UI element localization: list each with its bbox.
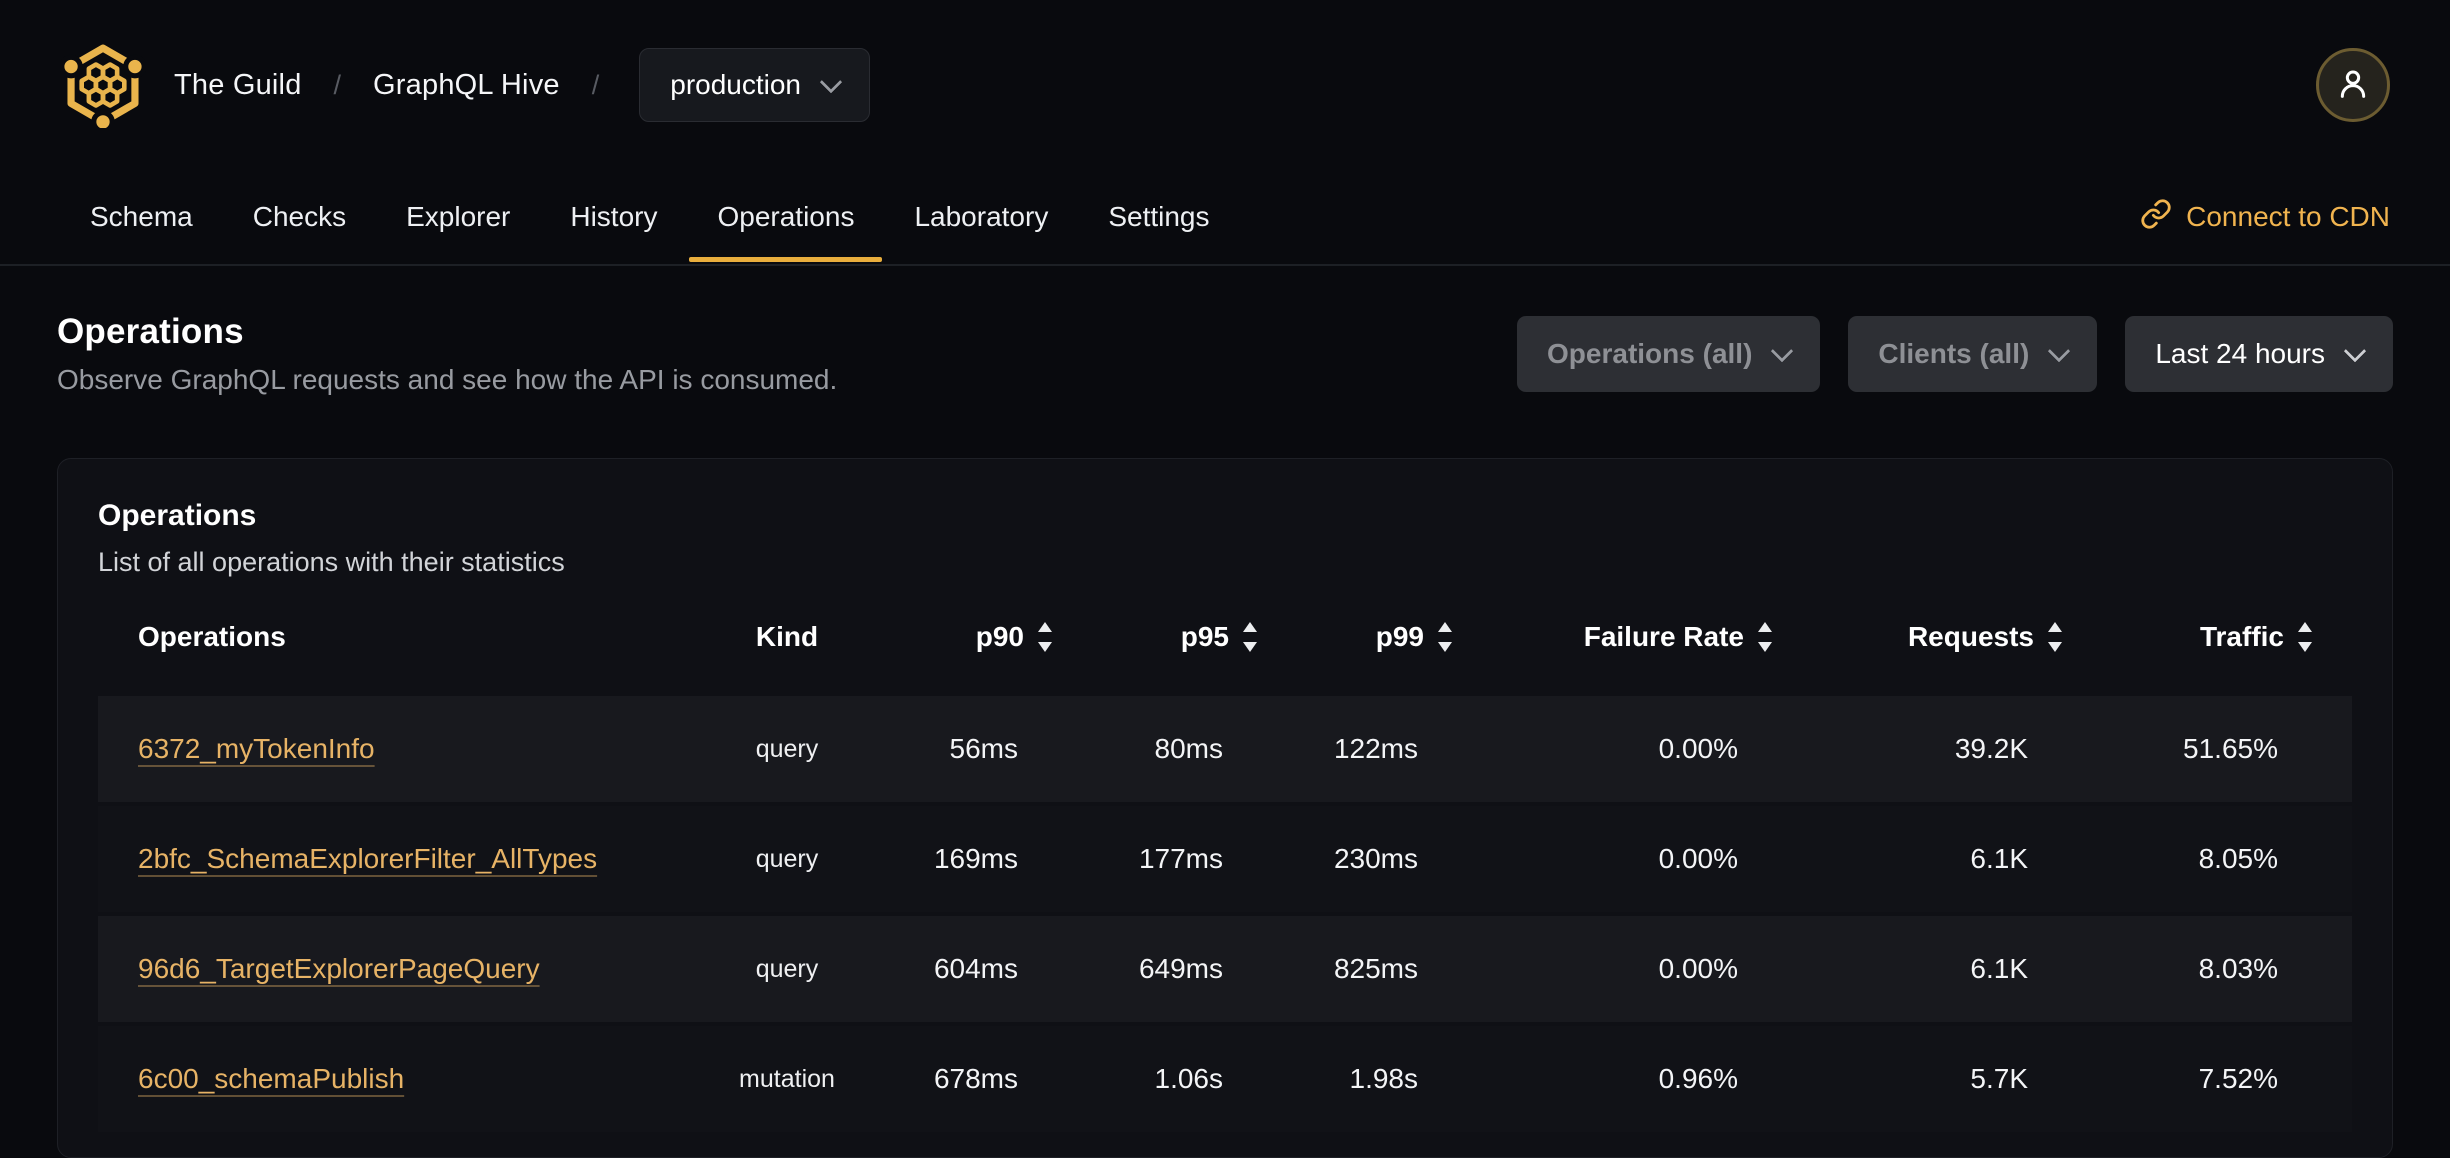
filter-controls: Operations (all) Clients (all) Last 24 h…	[1517, 316, 2393, 392]
target-select-button[interactable]: production	[639, 48, 871, 122]
top-bar: The Guild / GraphQL Hive / production	[0, 0, 2450, 170]
chevron-down-icon	[2343, 339, 2367, 363]
sort-icon	[1243, 622, 1257, 652]
cell-kind: query	[755, 844, 819, 873]
operation-link[interactable]: 2bfc_SchemaExplorerFilter_AllTypes	[138, 843, 597, 874]
connect-to-cdn-label: Connect to CDN	[2186, 201, 2390, 232]
column-label: p99	[1375, 621, 1424, 652]
chevron-down-icon	[2048, 339, 2071, 363]
card-title: Operations	[98, 499, 257, 532]
cell-p99: 825ms	[1333, 953, 1418, 984]
sort-icon	[2298, 622, 2312, 652]
chevron-down-icon	[819, 70, 843, 94]
cell-failure-rate: 0.00%	[1658, 843, 1738, 874]
operation-link[interactable]: 96d6_TargetExplorerPageQuery	[138, 953, 540, 984]
column-label: Traffic	[2199, 621, 2284, 652]
cell-requests: 5.7K	[1970, 1063, 2028, 1094]
column-label: p90	[975, 621, 1024, 652]
page-subtitle: Observe GraphQL requests and see how the…	[57, 364, 838, 395]
column-header-p99[interactable]: p99	[1257, 621, 1452, 653]
tab-laboratory[interactable]: Laboratory	[884, 170, 1078, 264]
cell-p90: 56ms	[949, 733, 1018, 764]
clients-filter-label: Clients (all)	[1878, 338, 2030, 369]
chevron-down-icon	[1771, 339, 1794, 363]
operations-table: Operations Kind p90 p95 p99 Failure Rate	[98, 578, 2352, 1132]
sort-icon	[1758, 622, 1772, 652]
cell-p99: 122ms	[1333, 733, 1418, 764]
breadcrumb-separator: /	[591, 69, 600, 100]
main-nav: Schema Checks Explorer History Operation…	[0, 170, 2450, 266]
cell-requests: 6.1K	[1970, 953, 2028, 984]
cell-traffic: 8.05%	[2198, 843, 2278, 874]
sort-icon	[1038, 622, 1052, 652]
user-icon	[2333, 64, 2373, 107]
cell-p95: 177ms	[1138, 843, 1223, 874]
table-row: 6c00_schemaPublish mutation 678ms 1.06s …	[98, 1026, 2352, 1132]
cell-p99: 230ms	[1333, 843, 1418, 874]
tab-explorer[interactable]: Explorer	[376, 170, 540, 264]
card-subtitle: List of all operations with their statis…	[98, 547, 565, 577]
column-header-kind: Kind	[755, 621, 819, 652]
cell-p90: 678ms	[933, 1063, 1018, 1094]
page-heading: Operations Observe GraphQL requests and …	[57, 312, 837, 396]
cell-p95: 80ms	[1154, 733, 1223, 764]
table-row: 96d6_TargetExplorerPageQuery query 604ms…	[98, 916, 2352, 1022]
cell-p90: 169ms	[933, 843, 1018, 874]
table-row: 6372_myTokenInfo query 56ms 80ms 122ms 0…	[98, 696, 2352, 802]
operations-card: Operations List of all operations with t…	[57, 458, 2393, 1158]
tab-checks[interactable]: Checks	[223, 170, 376, 264]
column-label: p95	[1180, 621, 1229, 652]
operations-filter-button[interactable]: Operations (all)	[1517, 316, 1821, 392]
cell-p95: 1.06s	[1154, 1063, 1224, 1094]
cell-kind: query	[755, 954, 819, 983]
column-label: Failure Rate	[1583, 621, 1744, 652]
clients-filter-button[interactable]: Clients (all)	[1848, 316, 2098, 392]
connect-to-cdn-link[interactable]: Connect to CDN	[2140, 170, 2390, 264]
hive-logo-icon	[60, 42, 146, 128]
tab-operations[interactable]: Operations	[687, 170, 884, 264]
cell-p90: 604ms	[933, 953, 1018, 984]
breadcrumb-separator: /	[333, 69, 342, 100]
tab-schema[interactable]: Schema	[60, 170, 223, 264]
cell-p99: 1.98s	[1349, 1063, 1419, 1094]
breadcrumb: The Guild / GraphQL Hive / production	[60, 42, 871, 128]
cell-traffic: 51.65%	[2183, 733, 2278, 764]
sort-icon	[1438, 622, 1452, 652]
page-title: Operations	[57, 312, 244, 351]
column-header-failure-rate[interactable]: Failure Rate	[1452, 621, 1772, 653]
user-avatar-button[interactable]	[2316, 48, 2390, 122]
period-filter-button[interactable]: Last 24 hours	[2125, 316, 2393, 392]
link-icon	[2140, 198, 2172, 237]
column-header-operations: Operations	[138, 621, 286, 652]
period-filter-label: Last 24 hours	[2155, 338, 2325, 369]
cell-requests: 6.1K	[1970, 843, 2028, 874]
sort-icon	[2048, 622, 2062, 652]
tab-history[interactable]: History	[540, 170, 687, 264]
operations-filter-label: Operations (all)	[1547, 338, 1753, 369]
column-header-traffic[interactable]: Traffic	[2062, 621, 2312, 653]
breadcrumb-project[interactable]: GraphQL Hive	[373, 69, 560, 102]
cell-kind: mutation	[739, 1064, 835, 1093]
operation-link[interactable]: 6c00_schemaPublish	[138, 1063, 404, 1094]
column-header-p90[interactable]: p90	[912, 621, 1052, 653]
tab-settings[interactable]: Settings	[1078, 170, 1239, 264]
breadcrumb-org[interactable]: The Guild	[174, 69, 302, 102]
cell-traffic: 8.03%	[2198, 953, 2278, 984]
table-header-row: Operations Kind p90 p95 p99 Failure Rate	[98, 578, 2352, 696]
nav-tabs: Schema Checks Explorer History Operation…	[60, 170, 1240, 264]
cell-traffic: 7.52%	[2198, 1063, 2278, 1094]
cell-failure-rate: 0.00%	[1658, 733, 1738, 764]
target-select-value: production	[670, 69, 802, 100]
cell-failure-rate: 0.00%	[1658, 953, 1738, 984]
table-row: 2bfc_SchemaExplorerFilter_AllTypes query…	[98, 806, 2352, 912]
column-header-p95[interactable]: p95	[1052, 621, 1257, 653]
column-label: Requests	[1907, 621, 2034, 652]
column-header-requests[interactable]: Requests	[1772, 621, 2062, 653]
cell-requests: 39.2K	[1954, 733, 2028, 764]
cell-p95: 649ms	[1138, 953, 1223, 984]
main-content: Operations Observe GraphQL requests and …	[0, 312, 2450, 1158]
cell-failure-rate: 0.96%	[1658, 1063, 1738, 1094]
operation-link[interactable]: 6372_myTokenInfo	[138, 733, 375, 764]
cell-kind: query	[755, 734, 819, 763]
